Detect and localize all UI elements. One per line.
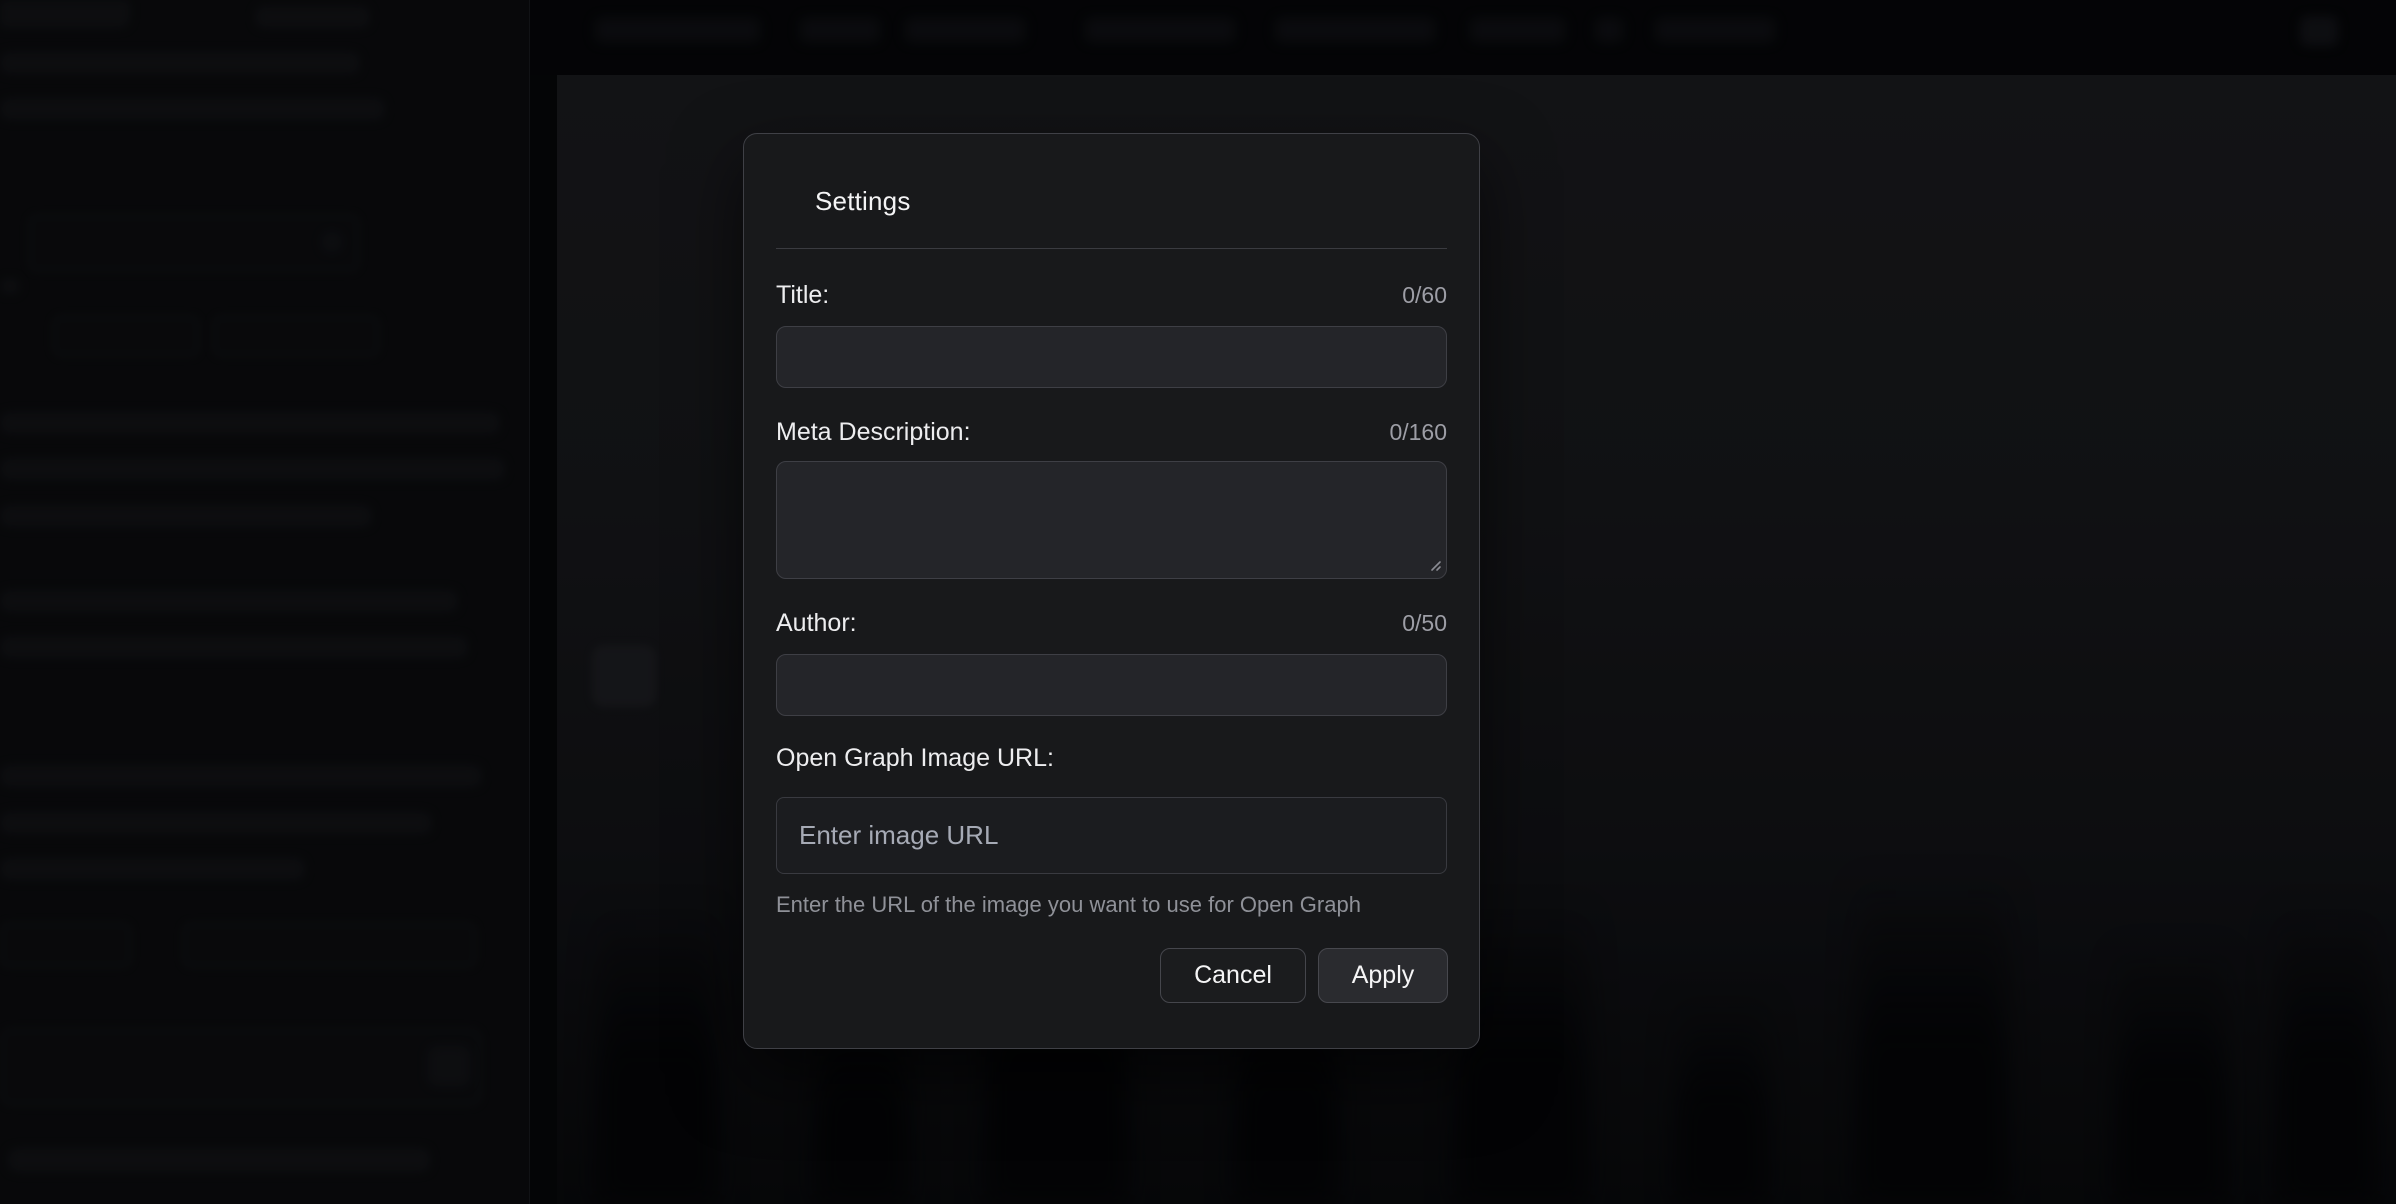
title-char-counter: 0/60 — [1402, 282, 1447, 309]
settings-modal: Settings Title: 0/60 Meta Description: 0… — [743, 133, 1480, 1049]
author-input[interactable] — [776, 654, 1447, 716]
author-label: Author: — [776, 609, 857, 638]
app-root: Settings Title: 0/60 Meta Description: 0… — [0, 0, 2396, 1204]
apply-button[interactable]: Apply — [1318, 948, 1448, 1003]
og-image-url-input[interactable] — [776, 797, 1447, 874]
author-char-counter: 0/50 — [1402, 610, 1447, 637]
meta-description-textarea[interactable] — [776, 461, 1447, 579]
og-image-url-help-text: Enter the URL of the image you want to u… — [776, 892, 1447, 918]
modal-title: Settings — [815, 184, 1447, 218]
title-input[interactable] — [776, 326, 1447, 388]
header-divider — [776, 248, 1447, 249]
title-label: Title: — [776, 281, 829, 310]
og-image-url-label: Open Graph Image URL: — [776, 744, 1054, 773]
meta-description-char-counter: 0/160 — [1389, 419, 1447, 446]
meta-description-label: Meta Description: — [776, 418, 971, 447]
cancel-button[interactable]: Cancel — [1160, 948, 1306, 1003]
